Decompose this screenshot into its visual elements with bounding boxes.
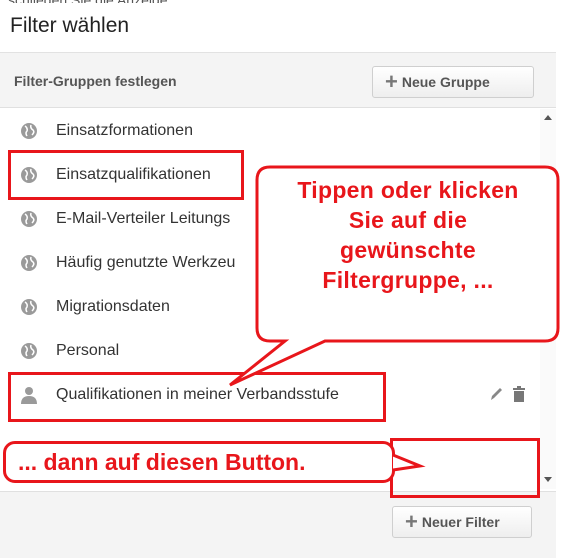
plus-icon: + xyxy=(405,509,418,534)
new-filter-button[interactable]: + Neuer Filter xyxy=(392,506,532,538)
bottom-callout-pointer xyxy=(392,453,426,472)
new-filter-label: Neuer Filter xyxy=(421,514,500,530)
